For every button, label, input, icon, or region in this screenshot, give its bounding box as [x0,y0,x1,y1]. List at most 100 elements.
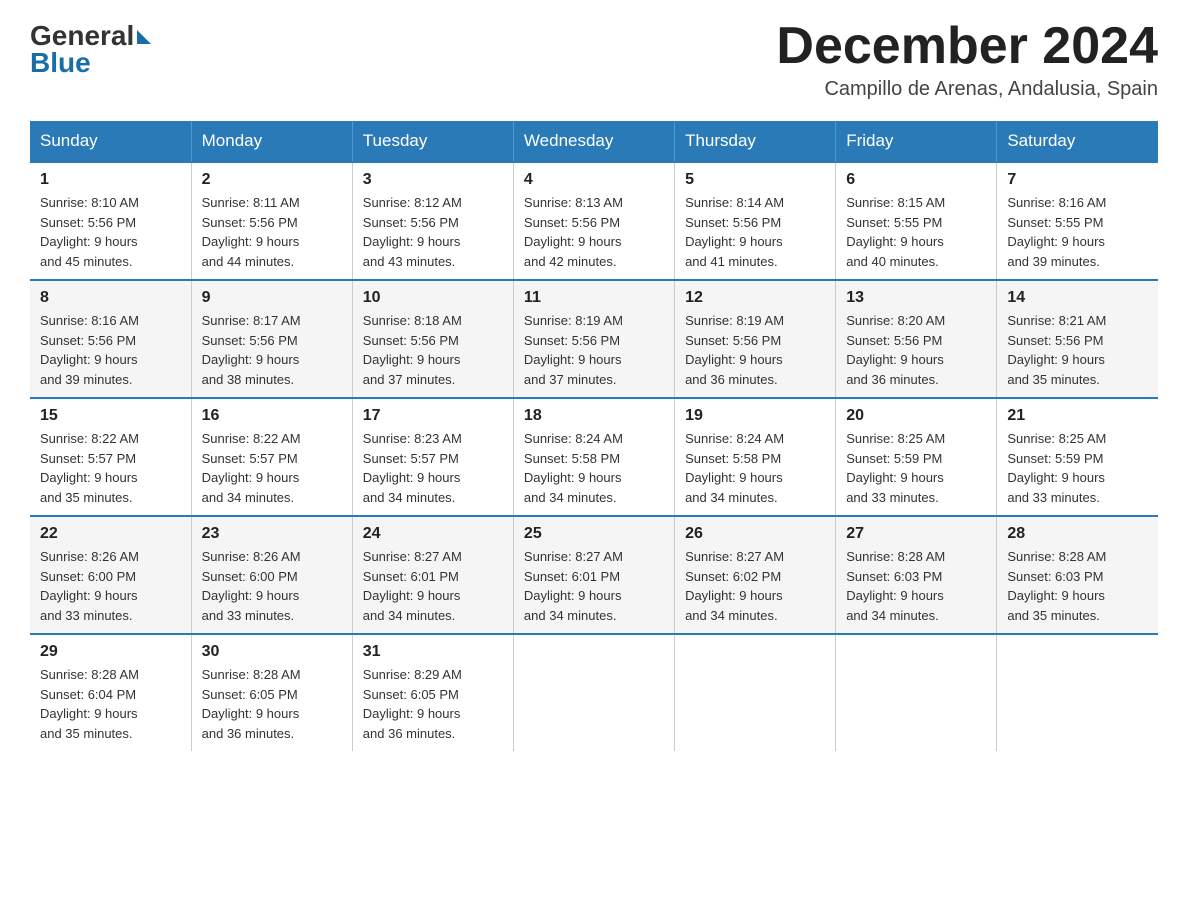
calendar-week-row: 8 Sunrise: 8:16 AM Sunset: 5:56 PM Daylig… [30,280,1158,398]
day-info: Sunrise: 8:19 AM Sunset: 5:56 PM Dayligh… [524,311,664,389]
calendar-cell: 23 Sunrise: 8:26 AM Sunset: 6:00 PM Dayli… [191,516,352,634]
day-info: Sunrise: 8:27 AM Sunset: 6:01 PM Dayligh… [524,547,664,625]
day-number: 3 [363,171,503,189]
day-number: 6 [846,171,986,189]
day-number: 31 [363,643,503,661]
day-number: 15 [40,407,181,425]
location: Campillo de Arenas, Andalusia, Spain [776,78,1158,101]
day-info: Sunrise: 8:25 AM Sunset: 5:59 PM Dayligh… [1007,429,1148,507]
day-info: Sunrise: 8:28 AM Sunset: 6:04 PM Dayligh… [40,665,181,743]
day-info: Sunrise: 8:26 AM Sunset: 6:00 PM Dayligh… [202,547,342,625]
calendar-cell: 31 Sunrise: 8:29 AM Sunset: 6:05 PM Dayli… [352,634,513,751]
header-friday: Friday [836,121,997,162]
calendar-cell: 13 Sunrise: 8:20 AM Sunset: 5:56 PM Dayli… [836,280,997,398]
calendar-cell: 19 Sunrise: 8:24 AM Sunset: 5:58 PM Dayli… [675,398,836,516]
day-info: Sunrise: 8:17 AM Sunset: 5:56 PM Dayligh… [202,311,342,389]
calendar-cell: 30Sunrise: 8:28 AM Sunset: 6:05 PM Dayli… [191,634,352,751]
calendar-cell: 21 Sunrise: 8:25 AM Sunset: 5:59 PM Dayli… [997,398,1158,516]
day-info: Sunrise: 8:16 AM Sunset: 5:55 PM Dayligh… [1007,193,1148,271]
calendar-week-row: 22 Sunrise: 8:26 AM Sunset: 6:00 PM Dayli… [30,516,1158,634]
day-number: 12 [685,289,825,307]
day-number: 27 [846,525,986,543]
day-number: 19 [685,407,825,425]
logo-blue-text: Blue [30,47,91,79]
calendar-cell: 2Sunrise: 8:11 AM Sunset: 5:56 PM Daylig… [191,162,352,280]
calendar-cell: 15Sunrise: 8:22 AM Sunset: 5:57 PM Dayli… [30,398,191,516]
day-number: 9 [202,289,342,307]
day-info: Sunrise: 8:24 AM Sunset: 5:58 PM Dayligh… [524,429,664,507]
day-number: 8 [40,289,181,307]
day-number: 21 [1007,407,1148,425]
calendar-cell [836,634,997,751]
day-info: Sunrise: 8:10 AM Sunset: 5:56 PM Dayligh… [40,193,181,271]
day-number: 22 [40,525,181,543]
day-number: 14 [1007,289,1148,307]
day-info: Sunrise: 8:26 AM Sunset: 6:00 PM Dayligh… [40,547,181,625]
calendar-cell: 7 Sunrise: 8:16 AM Sunset: 5:55 PM Daylig… [997,162,1158,280]
day-number: 28 [1007,525,1148,543]
calendar-cell: 10 Sunrise: 8:18 AM Sunset: 5:56 PM Dayli… [352,280,513,398]
calendar-cell: 12 Sunrise: 8:19 AM Sunset: 5:56 PM Dayli… [675,280,836,398]
calendar-cell: 1 Sunrise: 8:10 AM Sunset: 5:56 PM Daylig… [30,162,191,280]
day-number: 7 [1007,171,1148,189]
header-thursday: Thursday [675,121,836,162]
calendar-cell: 8 Sunrise: 8:16 AM Sunset: 5:56 PM Daylig… [30,280,191,398]
day-info: Sunrise: 8:14 AM Sunset: 5:56 PM Dayligh… [685,193,825,271]
day-info: Sunrise: 8:12 AM Sunset: 5:56 PM Dayligh… [363,193,503,271]
day-number: 1 [40,171,181,189]
day-info: Sunrise: 8:25 AM Sunset: 5:59 PM Dayligh… [846,429,986,507]
day-info: Sunrise: 8:24 AM Sunset: 5:58 PM Dayligh… [685,429,825,507]
day-info: Sunrise: 8:28 AM Sunset: 6:03 PM Dayligh… [1007,547,1148,625]
day-info: Sunrise: 8:28 AM Sunset: 6:03 PM Dayligh… [846,547,986,625]
day-info: Sunrise: 8:28 AM Sunset: 6:05 PM Dayligh… [202,665,342,743]
calendar-week-row: 15Sunrise: 8:22 AM Sunset: 5:57 PM Dayli… [30,398,1158,516]
month-title: December 2024 [776,20,1158,72]
day-number: 18 [524,407,664,425]
day-info: Sunrise: 8:16 AM Sunset: 5:56 PM Dayligh… [40,311,181,389]
day-number: 23 [202,525,342,543]
calendar-cell: 25 Sunrise: 8:27 AM Sunset: 6:01 PM Dayli… [513,516,674,634]
calendar-cell: 3 Sunrise: 8:12 AM Sunset: 5:56 PM Daylig… [352,162,513,280]
header-monday: Monday [191,121,352,162]
calendar-cell: 17Sunrise: 8:23 AM Sunset: 5:57 PM Dayli… [352,398,513,516]
day-info: Sunrise: 8:19 AM Sunset: 5:56 PM Dayligh… [685,311,825,389]
calendar-week-row: 1 Sunrise: 8:10 AM Sunset: 5:56 PM Daylig… [30,162,1158,280]
title-section: December 2024 Campillo de Arenas, Andalu… [776,20,1158,101]
calendar-cell: 6 Sunrise: 8:15 AM Sunset: 5:55 PM Daylig… [836,162,997,280]
header-wednesday: Wednesday [513,121,674,162]
logo-arrow-icon [137,30,151,44]
calendar-table: SundayMondayTuesdayWednesdayThursdayFrid… [30,121,1158,751]
day-info: Sunrise: 8:15 AM Sunset: 5:55 PM Dayligh… [846,193,986,271]
calendar-cell: 27 Sunrise: 8:28 AM Sunset: 6:03 PM Dayli… [836,516,997,634]
day-number: 5 [685,171,825,189]
calendar-cell: 16Sunrise: 8:22 AM Sunset: 5:57 PM Dayli… [191,398,352,516]
calendar-cell [997,634,1158,751]
day-info: Sunrise: 8:29 AM Sunset: 6:05 PM Dayligh… [363,665,503,743]
calendar-cell: 4 Sunrise: 8:13 AM Sunset: 5:56 PM Daylig… [513,162,674,280]
day-info: Sunrise: 8:20 AM Sunset: 5:56 PM Dayligh… [846,311,986,389]
day-info: Sunrise: 8:18 AM Sunset: 5:56 PM Dayligh… [363,311,503,389]
calendar-cell [675,634,836,751]
day-info: Sunrise: 8:27 AM Sunset: 6:01 PM Dayligh… [363,547,503,625]
day-number: 11 [524,289,664,307]
day-info: Sunrise: 8:11 AM Sunset: 5:56 PM Dayligh… [202,193,342,271]
header-tuesday: Tuesday [352,121,513,162]
day-info: Sunrise: 8:21 AM Sunset: 5:56 PM Dayligh… [1007,311,1148,389]
logo: General Blue [30,20,151,79]
calendar-cell: 22 Sunrise: 8:26 AM Sunset: 6:00 PM Dayli… [30,516,191,634]
calendar-cell: 14 Sunrise: 8:21 AM Sunset: 5:56 PM Dayli… [997,280,1158,398]
calendar-cell: 5 Sunrise: 8:14 AM Sunset: 5:56 PM Daylig… [675,162,836,280]
day-info: Sunrise: 8:13 AM Sunset: 5:56 PM Dayligh… [524,193,664,271]
day-number: 25 [524,525,664,543]
day-number: 29 [40,643,181,661]
calendar-cell: 20 Sunrise: 8:25 AM Sunset: 5:59 PM Dayli… [836,398,997,516]
day-number: 13 [846,289,986,307]
day-number: 4 [524,171,664,189]
calendar-cell: 9 Sunrise: 8:17 AM Sunset: 5:56 PM Daylig… [191,280,352,398]
day-number: 16 [202,407,342,425]
day-number: 10 [363,289,503,307]
day-number: 26 [685,525,825,543]
calendar-cell: 26Sunrise: 8:27 AM Sunset: 6:02 PM Dayli… [675,516,836,634]
calendar-cell: 29 Sunrise: 8:28 AM Sunset: 6:04 PM Dayli… [30,634,191,751]
day-number: 20 [846,407,986,425]
